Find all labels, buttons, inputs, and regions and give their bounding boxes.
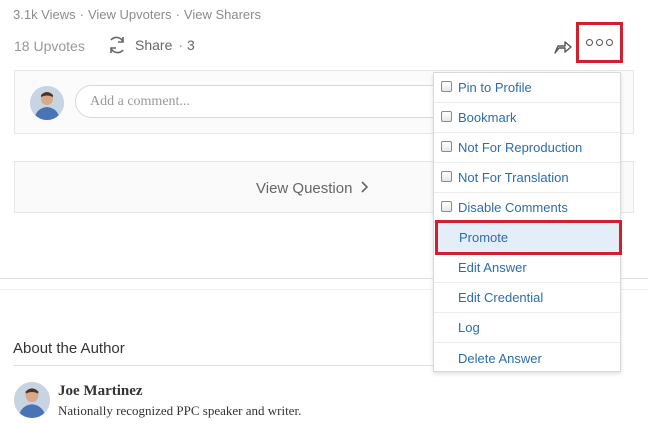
author-avatar[interactable]: [14, 382, 50, 418]
author-name[interactable]: Joe Martinez: [58, 383, 143, 400]
avatar: [30, 86, 64, 120]
answer-stats: 3.1k Views · View Upvoters · View Sharers: [13, 7, 261, 22]
menu-item-edit-credential[interactable]: Edit Credential: [434, 283, 620, 313]
menu-item-edit-answer[interactable]: Edit Answer: [434, 253, 620, 283]
menu-item-pin-to-profile[interactable]: Pin to Profile: [434, 73, 620, 103]
menu-item-promote[interactable]: Promote: [435, 220, 622, 255]
checkbox[interactable]: [441, 141, 452, 152]
share-arrow-icon[interactable]: [553, 36, 573, 56]
menu-item-label: Edit Answer: [458, 260, 527, 275]
menu-item-label: Disable Comments: [458, 200, 568, 215]
checkbox[interactable]: [441, 201, 452, 212]
view-upvoters-link[interactable]: View Upvoters: [88, 7, 172, 22]
menu-item-label: Not For Reproduction: [458, 140, 583, 155]
stats-separator: ·: [79, 7, 84, 22]
menu-item-label: Edit Credential: [458, 290, 544, 305]
views-count: 3.1k Views: [13, 7, 76, 22]
more-dots-icon: [586, 39, 613, 46]
comment-input[interactable]: Add a comment...: [75, 85, 455, 118]
menu-item-label: Not For Translation: [458, 170, 569, 185]
author-bio: Nationally recognized PPC speaker and wr…: [58, 403, 302, 418]
menu-item-delete-answer[interactable]: Delete Answer: [434, 343, 620, 373]
share-count: 3: [187, 37, 195, 53]
share-button[interactable]: Share · 3: [107, 35, 195, 55]
view-sharers-link[interactable]: View Sharers: [184, 7, 261, 22]
menu-item-label: Delete Answer: [458, 350, 542, 366]
chevron-right-icon: [361, 181, 369, 193]
menu-item-disable-comments[interactable]: Disable Comments: [434, 193, 620, 223]
checkbox[interactable]: [441, 81, 452, 92]
upvote-button[interactable]: 18 Upvotes: [14, 38, 85, 54]
view-question-label: View Question: [256, 180, 353, 197]
menu-item-log[interactable]: Log: [434, 313, 620, 343]
about-divider: [13, 365, 433, 366]
menu-item-label: Log: [458, 320, 480, 335]
stats-separator: ·: [175, 7, 180, 22]
menu-item-label: Promote: [459, 230, 509, 245]
menu-item-not-for-reproduction[interactable]: Not For Reproduction: [434, 133, 620, 163]
about-author-heading: About the Author: [13, 340, 125, 357]
menu-item-bookmark[interactable]: Bookmark: [434, 103, 620, 133]
menu-item-not-for-translation[interactable]: Not For Translation: [434, 163, 620, 193]
share-refresh-icon: [110, 36, 124, 54]
share-label: Share: [135, 37, 173, 53]
menu-item-label: Pin to Profile: [458, 80, 532, 95]
menu-item-label: Bookmark: [458, 110, 517, 125]
checkbox[interactable]: [441, 111, 452, 122]
share-separator: ·: [178, 37, 184, 53]
more-options-button[interactable]: [576, 22, 623, 63]
checkbox[interactable]: [441, 171, 452, 182]
more-options-menu: Pin to Profile Bookmark Not For Reproduc…: [433, 72, 622, 373]
